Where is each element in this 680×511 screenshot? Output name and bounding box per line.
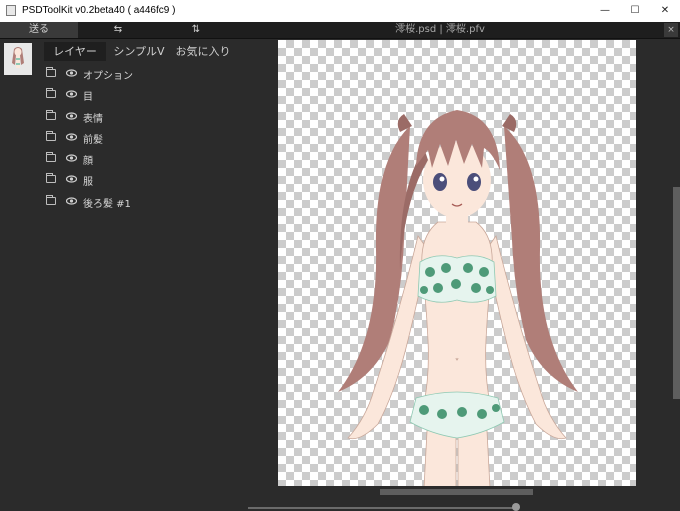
eye-icon[interactable] (66, 109, 77, 123)
character-thumbnail[interactable] (4, 43, 32, 75)
layer-name: 後ろ髪 #1 (83, 199, 131, 210)
flip-vertical-icon[interactable]: ⇅ (178, 22, 214, 38)
eye-icon[interactable] (66, 194, 77, 208)
minimize-button[interactable]: — (590, 0, 620, 22)
folder-icon[interactable] (46, 67, 56, 77)
canvas-area (240, 39, 670, 510)
folder-icon[interactable] (46, 195, 56, 205)
layer-name: 表情 (83, 114, 103, 125)
flip-horizontal-icon[interactable]: ⇆ (100, 22, 136, 38)
layer-name: 目 (83, 92, 93, 103)
maximize-button[interactable]: ☐ (620, 0, 650, 22)
title-bar: PSDToolKit v0.2beta40 ( a446fc9 ) — ☐ ✕ (0, 0, 680, 22)
vertical-scroll-thumb[interactable] (673, 187, 680, 399)
eye-icon[interactable] (66, 130, 77, 144)
eye-icon[interactable] (66, 172, 77, 186)
horizontal-scrollbar[interactable] (240, 486, 670, 496)
close-button[interactable]: ✕ (650, 0, 680, 22)
tab-simple-view[interactable]: シンプルV (108, 42, 170, 61)
layer-sidebar: レイヤー シンプルV お気に入り オプション 目 表情 前髪 顔 服 後ろ髪 #… (0, 39, 240, 510)
send-button[interactable]: 送る (0, 22, 78, 38)
eye-icon[interactable] (66, 87, 77, 101)
layer-name: オプション (83, 71, 133, 82)
app-icon (6, 5, 16, 16)
tab-favorites[interactable]: お気に入り (172, 42, 234, 61)
file-info: 澪桜.psd | 澪桜.pfv (395, 24, 485, 35)
vertical-scrollbar[interactable] (670, 39, 680, 510)
horizontal-scroll-thumb[interactable] (380, 489, 533, 495)
eye-icon[interactable] (66, 66, 77, 80)
folder-icon[interactable] (46, 88, 56, 98)
character-preview (338, 110, 578, 488)
zoom-slider[interactable] (240, 502, 670, 511)
zoom-slider-track[interactable] (248, 507, 518, 509)
transparency-canvas[interactable] (278, 40, 636, 488)
folder-icon[interactable] (46, 152, 56, 162)
tab-layers[interactable]: レイヤー (44, 42, 106, 61)
layer-name: 前髪 (83, 135, 103, 146)
toolbar: 送る ⇆ ⇅ 澪桜.psd | 澪桜.pfv (0, 22, 680, 39)
eye-icon[interactable] (66, 151, 77, 165)
folder-icon[interactable] (46, 110, 56, 120)
folder-icon[interactable] (46, 131, 56, 141)
folder-icon[interactable] (46, 173, 56, 183)
window-title: PSDToolKit v0.2beta40 ( a446fc9 ) (22, 5, 176, 16)
layer-name: 顔 (83, 156, 93, 167)
panel-close-button[interactable]: × (664, 23, 678, 37)
layer-name: 服 (83, 177, 93, 188)
